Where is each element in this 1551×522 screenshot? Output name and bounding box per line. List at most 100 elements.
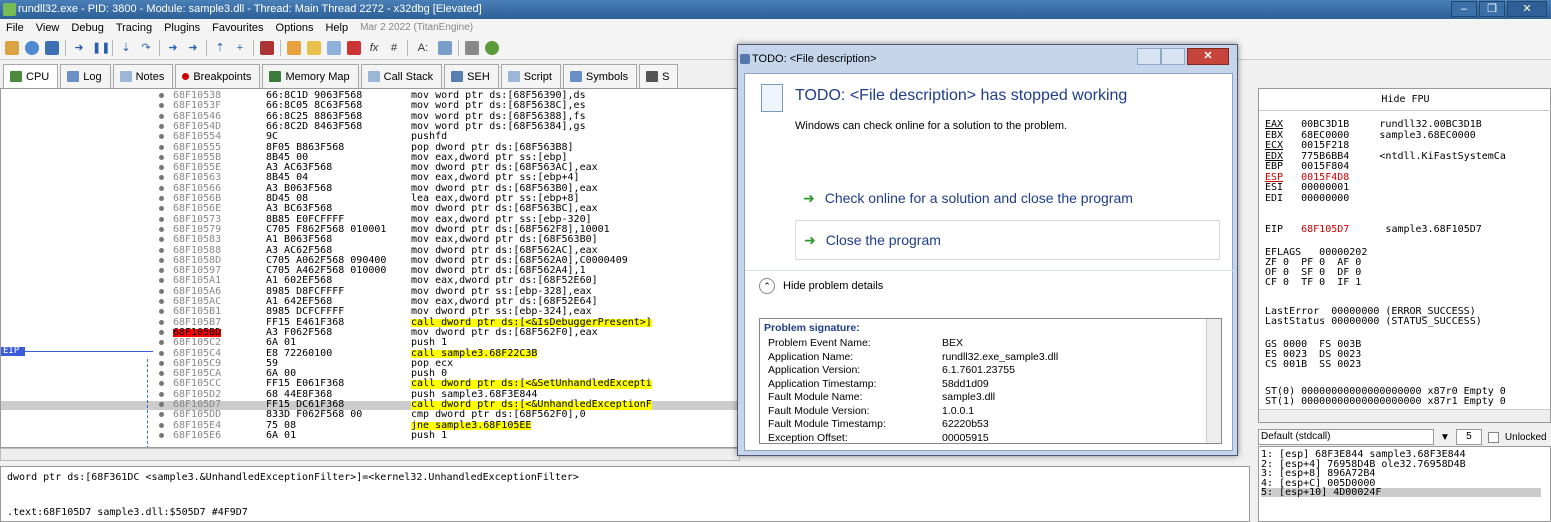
disasm-row[interactable]: 68F105CA 6A 00 push 0 [1,369,739,379]
menu-debug[interactable]: Debug [71,22,103,34]
disasm-row[interactable]: 68F105B7 FF15 E461F368 call dword ptr ds:[… [1,317,739,328]
register-ecx[interactable]: ECX 0015F218 [1265,140,1379,151]
problem-scrollbar[interactable] [1206,319,1221,443]
disasm-row[interactable]: 68F10583 A1 B063F568 mov eax,dword ptr ds:… [1,235,739,245]
breakpoint-dot-icon[interactable] [159,340,164,346]
breakpoint-dot-icon[interactable] [159,360,164,366]
register-eip[interactable]: EIP 68F105D7 sample3.68F105D7 [1265,224,1482,235]
stack-arg-row[interactable]: 1: [esp] 68F3E844 sample3.68F3E844 [1261,450,1541,460]
step-into-icon[interactable]: ⇣ [119,41,133,55]
disassembly-hscrollbar[interactable] [0,448,740,461]
label-icon[interactable] [347,40,361,55]
menu-help[interactable]: Help [325,22,348,34]
breakpoint-dot-icon[interactable] [159,371,164,377]
breakpoint-dot-icon[interactable] [159,113,164,119]
restart-icon[interactable] [25,40,39,55]
stack-args-view[interactable]: 1: [esp] 68F3E844 sample3.68F3E844 2: [es… [1258,446,1551,522]
breakpoint-dot-icon[interactable] [159,123,164,129]
tab-notes[interactable]: Notes [112,64,174,88]
breakpoint-dot-icon[interactable] [159,391,164,397]
font-icon[interactable]: A: [414,41,432,55]
disasm-row[interactable]: 68F105D2 68 44E8F368 push sample3.68F3E844 [1,389,739,400]
pause-icon[interactable]: ❚❚ [92,41,110,55]
check-online-button[interactable]: ➜ Check online for a solution and close t… [795,178,1220,218]
menu-plugins[interactable]: Plugins [164,22,200,34]
breakpoint-dot-icon[interactable] [159,412,164,418]
breakpoint-dot-icon[interactable] [159,422,164,428]
tab-script[interactable]: Script [500,64,561,88]
disasm-row[interactable]: 68F1056B 8D45 08 lea eax,dword ptr ss:[ebp… [1,194,739,204]
disasm-row[interactable]: 68F10573 8B85 E0FCFFFF mov eax,dword ptr s… [1,214,739,225]
disasm-row[interactable]: 68F105DD 833D F062F568 00 cmp dword ptr ds… [1,410,739,420]
disasm-row[interactable]: 68F105B1 8985 DCFCFFFF mov dword ptr ss:[e… [1,307,739,317]
disasm-row[interactable]: 68F10566 A3 B063F568 mov dword ptr ds:[68F… [1,183,739,194]
calling-convention-select[interactable]: Default (stdcall) [1258,429,1434,445]
tab-symbols[interactable]: Symbols [562,64,638,88]
hide-fpu-button[interactable]: Hide FPU [1259,89,1551,111]
breakpoint-dot-icon[interactable] [159,103,164,109]
breakpoint-dot-icon[interactable] [159,165,164,171]
disasm-row[interactable]: 68F1056E A3 BC63F568 mov dword ptr ds:[68F… [1,204,739,214]
registers-hscrollbar[interactable] [1259,409,1550,422]
disasm-row[interactable]: 68F10538 66:8C1D 9063F568 mov word ptr ds:… [1,91,739,101]
close-program-button[interactable]: ➜ Close the program [795,220,1220,260]
disasm-row[interactable]: 68F1055E A3 AC63F568 mov dword ptr ds:[68F… [1,163,739,173]
stop-icon[interactable] [45,40,59,55]
register-edx[interactable]: EDX 775B6BB4 <ntdll.KiFastSystemCa [1265,151,1506,162]
menu-options[interactable]: Options [276,22,314,34]
run-to-user-icon[interactable]: ⇡ [213,41,227,55]
disasm-row[interactable]: 68F10597 C705 A462F568 010000 mov dword pt… [1,266,739,276]
register-esi[interactable]: ESI 00000001 [1265,182,1379,193]
disasm-row[interactable]: 68F105E6 6A 01 push 1 [1,431,739,441]
maximize-button[interactable]: ❐ [1479,1,1505,17]
breakpoint-dot-icon[interactable] [159,185,164,191]
disasm-row[interactable]: 68F10563 8B45 04 mov eax,dword ptr ss:[ebp… [1,173,739,183]
breakpoint-dot-icon[interactable] [159,175,164,181]
skip-icon[interactable]: + [233,41,247,55]
chevron-down-icon[interactable]: ▼ [1440,432,1450,443]
arg-count-stepper[interactable]: 5 [1455,429,1482,445]
disasm-row[interactable]: 68F1058D C705 A062F568 090400 mov dword pt… [1,256,739,266]
disasm-row[interactable]: 68F1055B 8B45 00 mov eax,dword ptr ss:[ebp… [1,153,739,163]
last-status[interactable]: LastStatus 00000000 (STATUS_SUCCESS) [1265,316,1482,327]
function-icon[interactable]: fx [367,41,381,55]
tab-breakpoints[interactable]: Breakpoints [175,64,261,88]
disasm-row[interactable]: 68F10546 66:8C25 8863F568 mov word ptr ds:… [1,111,739,122]
disasm-row[interactable]: 68F105C9 59 pop ecx [1,359,739,369]
comment-icon[interactable] [327,40,341,55]
menu-file[interactable]: File [6,22,24,34]
calc-icon[interactable] [438,40,452,55]
hash-icon[interactable]: # [387,41,401,55]
breakpoint-dot-icon[interactable] [159,278,164,284]
memory-icon[interactable] [465,40,479,55]
disasm-row[interactable]: 68F10579 C705 F862F568 010001 mov dword pt… [1,225,739,235]
breakpoint-dot-icon[interactable] [159,154,164,160]
problem-details-box[interactable]: Problem signature: Problem Event Name: BE… [759,318,1222,444]
fpu-row[interactable]: ST(1) 00000000000000000000 x87r1 Empty 0 [1265,396,1506,407]
tab-source[interactable]: S [639,64,679,88]
breakpoint-dot-icon[interactable] [159,93,164,98]
breakpoint-dot-icon[interactable] [159,144,164,150]
breakpoint-dot-icon[interactable] [159,432,164,438]
tab-memory-map[interactable]: Memory Map [262,64,359,88]
step-over-icon[interactable]: ↷ [139,41,153,55]
breakpoint-dot-icon[interactable] [159,134,164,140]
disasm-row[interactable]: 68F105BD A3 F062F568 mov dword ptr ds:[68F… [1,328,739,338]
register-ebp[interactable]: EBP 0015F804 [1265,161,1379,172]
trace-into-icon[interactable]: ➜ [166,41,180,55]
tab-cpu[interactable]: CPU [3,64,59,88]
breakpoint-dot-icon[interactable] [159,257,164,263]
open-icon[interactable] [5,40,19,55]
breakpoint-dot-icon[interactable] [159,196,164,201]
menu-favourites[interactable]: Favourites [212,22,263,34]
breakpoint-icon[interactable] [260,40,274,55]
breakpoint-dot-icon[interactable] [159,299,164,304]
menu-view[interactable]: View [36,22,60,34]
disasm-row[interactable]: 68F10554 9C pushfd [1,132,739,142]
disasm-row[interactable]: 68F105D7 FF15 DC61F368 call dword ptr ds:[… [1,400,739,410]
disasm-row[interactable]: 68F105C2 6A 01 push 1 [1,338,739,348]
tab-log[interactable]: Log [60,64,111,88]
run-icon[interactable]: ➜ [72,41,86,55]
stack-arg-row[interactable]: 3: [esp+8] 896A72B4 [1261,469,1541,479]
breakpoint-dot-icon[interactable] [159,268,164,274]
